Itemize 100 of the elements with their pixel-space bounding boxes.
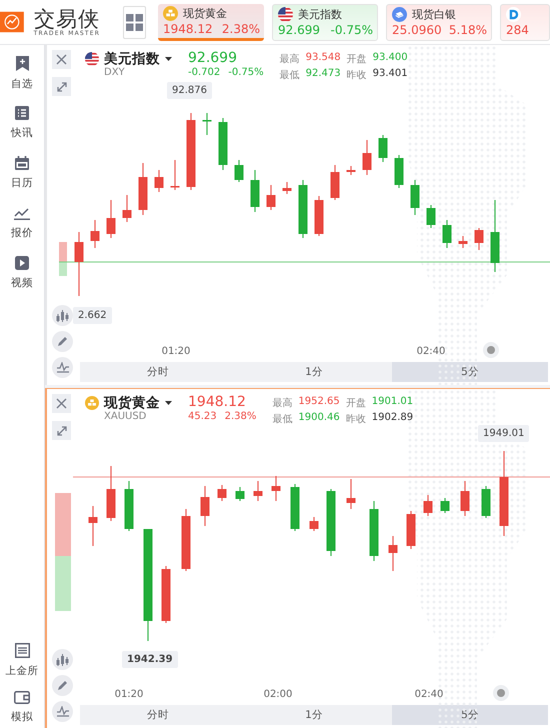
candlestick <box>88 506 98 546</box>
candlestick <box>346 166 356 176</box>
sidebar-item[interactable]: 快讯 <box>0 104 44 142</box>
sidebar-item[interactable]: 视频 <box>0 254 44 292</box>
stat-label: 昨收 <box>346 69 367 82</box>
stat-value: 93.548 <box>306 52 341 65</box>
candlestick <box>474 228 484 250</box>
candlestick <box>138 162 148 216</box>
candlestick <box>314 196 324 236</box>
quote-card[interactable]: 美元指数 92.699 -0.75% <box>272 4 378 40</box>
time-label: 01:20 <box>162 346 190 357</box>
quote-card[interactable]: 现货黄金 1948.12 2.38% <box>158 4 264 40</box>
quote-price: 1948.12 <box>163 22 213 36</box>
quote-name: 美元指数 <box>298 7 342 22</box>
high-price-label: 1949.01 <box>478 425 530 442</box>
sidebar-item[interactable]: 日历 <box>0 154 44 192</box>
close-button[interactable] <box>52 394 71 413</box>
draw-tool-button[interactable] <box>52 675 73 696</box>
candlestick <box>218 484 226 502</box>
period-tab[interactable]: 分时 <box>80 705 236 725</box>
price-change: 45.23 <box>188 411 217 422</box>
price-range-bar <box>55 493 71 556</box>
stat-label: 昨收 <box>346 413 366 426</box>
period-tab[interactable]: 1分 <box>236 705 392 725</box>
low-price-label: 2.662 <box>73 307 112 324</box>
wallet-icon <box>14 690 30 704</box>
period-tab[interactable]: 1分 <box>236 362 392 382</box>
line-chart-icon <box>14 206 30 220</box>
expand-button[interactable] <box>52 77 71 96</box>
indicator-icon <box>56 706 68 717</box>
sidebar-item[interactable]: 上金所 <box>0 641 44 679</box>
dropdown-caret-icon[interactable] <box>165 57 172 61</box>
ingot-icon <box>163 6 178 21</box>
candlestick <box>162 566 170 624</box>
candlestick <box>202 112 212 136</box>
candlestick <box>122 194 132 222</box>
time-label: 02:00 <box>264 689 292 700</box>
candlestick <box>482 486 490 518</box>
chart-type-button[interactable] <box>52 649 73 670</box>
last-price: 92.699 <box>188 50 238 67</box>
price-change: -0.702 <box>188 67 220 78</box>
stat-label: 最高 <box>280 52 300 66</box>
period-tab[interactable]: 分时 <box>80 362 236 382</box>
last-price: 1948.12 <box>188 394 247 411</box>
d-logo-icon <box>506 7 521 22</box>
sidebar-item[interactable]: 自选 <box>0 54 44 92</box>
candlestick <box>362 140 372 176</box>
candlestick <box>330 164 340 200</box>
time-label: 01:20 <box>114 689 144 700</box>
crosshair-dot[interactable] <box>487 346 495 354</box>
brand-name: 交易侠 <box>34 8 100 30</box>
candlestick <box>460 480 470 516</box>
indicator-button[interactable] <box>52 701 73 722</box>
ingot-icon <box>85 396 99 410</box>
candlestick <box>426 204 436 228</box>
time-label: 02:40 <box>414 689 444 700</box>
quote-price: 92.699 <box>278 22 320 38</box>
play-icon <box>15 256 29 270</box>
draw-tool-button[interactable] <box>52 331 73 352</box>
expand-button[interactable] <box>52 421 71 440</box>
candlestick <box>394 154 404 188</box>
price-range-bar <box>55 556 71 611</box>
candlestick <box>290 484 300 532</box>
candlestick <box>106 466 116 522</box>
grid-icon <box>126 14 143 30</box>
close-button[interactable] <box>52 50 71 69</box>
symbol-name[interactable]: 现货黄金 <box>104 394 160 412</box>
sidebar-item[interactable]: 模拟 <box>0 688 44 726</box>
sidebar-item[interactable]: 报价 <box>0 204 44 242</box>
stat-value: 1900.46 <box>298 412 340 425</box>
stat-label: 开盘 <box>346 53 367 66</box>
candlestick <box>254 480 262 502</box>
close-icon <box>56 54 67 65</box>
symbol-name[interactable]: 美元指数 <box>104 50 160 68</box>
candlestick <box>410 180 420 216</box>
high-price-label: 92.876 <box>167 82 212 99</box>
grid-menu-button[interactable] <box>122 6 146 38</box>
quote-price: 25.0960 <box>392 22 442 38</box>
expand-icon <box>56 426 66 436</box>
crosshair-dot[interactable] <box>497 689 505 697</box>
quote-change: -0.75% <box>330 22 373 38</box>
stat-label: 最低 <box>272 413 292 426</box>
candlestick <box>250 170 260 212</box>
stat-value: 92.473 <box>306 68 341 81</box>
stat-label: 最高 <box>272 396 292 410</box>
chart-type-button[interactable] <box>52 305 73 326</box>
quote-card[interactable]: 现货白银 25.0960 5.18% <box>386 4 492 40</box>
candlestick <box>124 480 134 532</box>
dropdown-caret-icon[interactable] <box>165 401 172 405</box>
stat-label: 最低 <box>280 69 300 82</box>
percent-change: -0.75% <box>228 67 264 78</box>
candlestick <box>326 488 336 556</box>
candlestick-icon <box>56 654 69 666</box>
candlestick <box>106 200 116 238</box>
indicator-button[interactable] <box>52 357 73 378</box>
flag-icon <box>278 7 293 22</box>
low-price-label: 1942.39 <box>122 651 178 668</box>
pencil-icon <box>57 336 68 347</box>
candlestick <box>236 486 244 502</box>
candlestick <box>440 498 450 514</box>
